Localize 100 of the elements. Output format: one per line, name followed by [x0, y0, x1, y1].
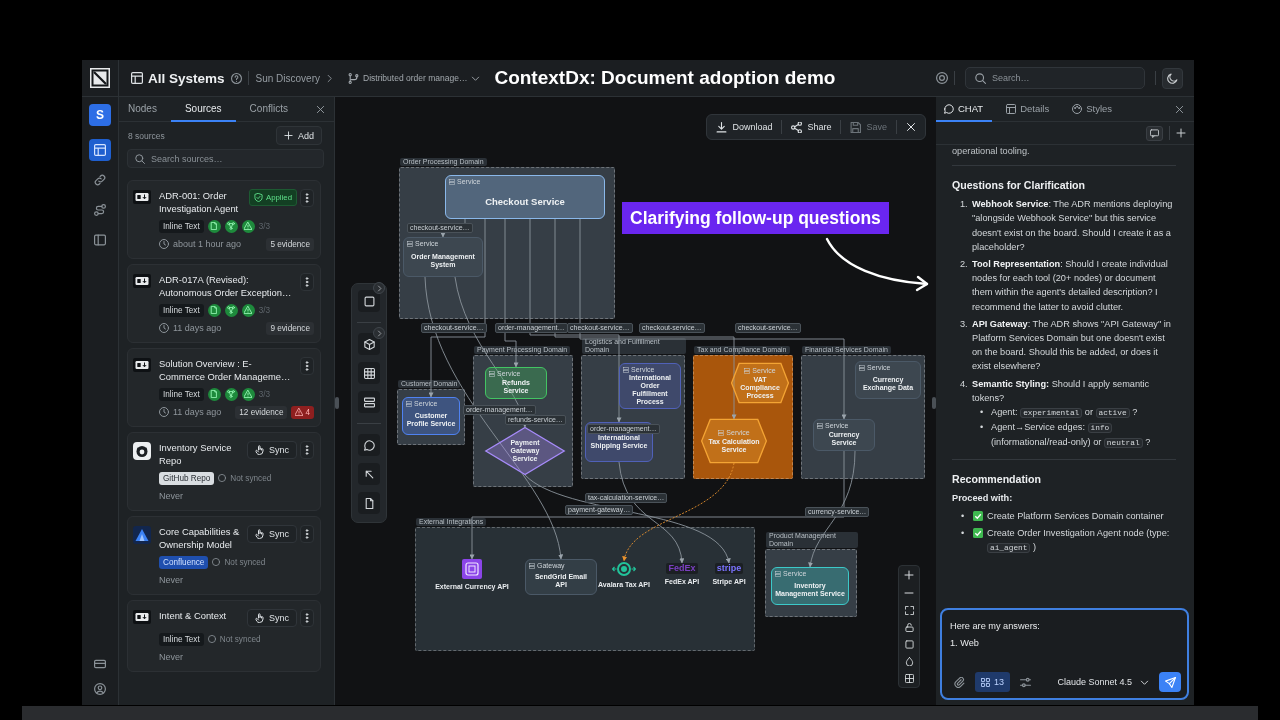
caret-icon — [1140, 677, 1149, 687]
square-icon[interactable] — [904, 640, 914, 649]
more-button[interactable] — [300, 441, 314, 459]
section-heading: Recommendation — [952, 471, 1042, 486]
question-text: Tool Representation: Should I create individual nodes for each tool (20+ nodes) or document them within the agent's detailed description? I recommend the latter to avoid clutter. — [972, 258, 1169, 314]
card-icon[interactable] — [94, 658, 106, 670]
source-card[interactable]: Intent & Context Sync Inline Text Not synced Never — [127, 600, 321, 672]
panel-tab[interactable]: Styles — [1064, 97, 1122, 122]
source-type: Inline Text — [159, 632, 204, 646]
arrow-badge-icon — [133, 358, 151, 372]
source-card[interactable]: Core Capabilities & Ownership Model Sync Confluence Not synced Never — [127, 516, 321, 595]
arrow-badge-icon — [133, 190, 151, 204]
close-icon[interactable] — [1175, 104, 1184, 114]
resize-handle[interactable] — [932, 397, 936, 409]
more-button[interactable] — [300, 609, 314, 627]
droplet-icon[interactable] — [904, 657, 914, 666]
panel-tab[interactable]: CHAT — [936, 97, 993, 122]
user-icon[interactable] — [94, 683, 106, 695]
document-tool-button[interactable] — [358, 492, 380, 514]
node-tool-button[interactable] — [358, 333, 380, 355]
source-type: GitHub Repo — [159, 471, 215, 485]
context-button[interactable]: 13 — [975, 672, 1010, 692]
send-icon — [1164, 676, 1176, 688]
target-icon[interactable] — [936, 72, 948, 84]
new-chat-button[interactable] — [1146, 125, 1163, 141]
hexagon-node[interactable] — [730, 362, 790, 404]
help-icon[interactable] — [230, 72, 242, 84]
panel-tab[interactable]: Conflicts — [235, 97, 302, 122]
list-number: 3. — [960, 317, 969, 331]
time-text: Never — [159, 652, 183, 662]
shape-tool-button[interactable] — [358, 290, 380, 312]
send-button[interactable] — [1159, 672, 1181, 692]
sliders-icon[interactable] — [1020, 676, 1031, 688]
plus-icon[interactable] — [1176, 128, 1186, 138]
search-input[interactable]: Search… — [992, 73, 1135, 83]
breadcrumb-link[interactable]: Sun Discovery — [255, 72, 320, 84]
status-ring-icon — [218, 474, 227, 482]
search-field[interactable]: Search… — [965, 67, 1145, 89]
download-button[interactable]: Download — [716, 121, 773, 133]
bullet-marker: • — [980, 406, 985, 420]
server-icon — [489, 371, 495, 377]
add-button[interactable]: Add — [276, 126, 322, 145]
diamond-node[interactable] — [484, 426, 566, 476]
comment-tool-button[interactable] — [358, 434, 380, 456]
shield-check-icon — [254, 193, 263, 202]
share-button[interactable]: Share — [791, 121, 832, 133]
checklist-text: Create Platform Services Domain container — [987, 510, 1165, 524]
theme-toggle-button[interactable] — [1162, 67, 1183, 89]
close-icon[interactable] — [316, 104, 325, 114]
pointer-tool-button[interactable] — [358, 463, 380, 485]
chat-bubble-icon — [363, 439, 375, 451]
panel-icon — [94, 234, 106, 246]
time-text: 11 days ago — [173, 323, 222, 333]
section-subheading: Proceed with: — [952, 491, 1014, 505]
layout-tool-button[interactable] — [358, 391, 380, 413]
zoom-in-icon[interactable] — [904, 570, 914, 580]
search-input[interactable]: Search sources… — [151, 153, 316, 164]
branch-dropdown[interactable]: Distributed order manage… — [348, 72, 481, 84]
sync-button[interactable]: Sync — [247, 609, 297, 627]
expand-button[interactable] — [373, 282, 385, 294]
server-icon — [718, 429, 725, 436]
search-field[interactable]: Search sources… — [127, 149, 324, 168]
resize-handle[interactable] — [335, 397, 339, 409]
bullet-marker: • — [961, 510, 966, 524]
grid-icon[interactable] — [904, 674, 914, 683]
evidence-count: 5 evidence — [266, 237, 314, 251]
server-icon — [623, 367, 629, 373]
panel-tab[interactable]: Sources — [170, 97, 236, 122]
nav-button[interactable] — [89, 139, 111, 161]
fit-view-icon[interactable] — [904, 606, 914, 615]
logo-icon[interactable] — [90, 68, 110, 88]
evidence-count: 12 evidence — [235, 405, 288, 419]
composer-box[interactable]: Here are my answers: 1. Web 13 Claude Sonnet 4.5 — [940, 608, 1189, 700]
branch-icon — [348, 72, 359, 84]
more-button[interactable] — [300, 189, 314, 207]
more-button[interactable] — [300, 525, 314, 543]
server-icon — [859, 365, 865, 371]
sync-button[interactable]: Sync — [247, 525, 297, 543]
lock-icon[interactable] — [904, 623, 914, 632]
more-button[interactable] — [300, 357, 314, 375]
model-dropdown[interactable]: Claude Sonnet 4.5 — [1057, 677, 1149, 687]
source-card[interactable]: Inventory Service Repo Sync GitHub Repo Not synced Never — [127, 432, 321, 511]
chevron-icon — [325, 73, 334, 83]
sync-button[interactable]: Sync — [247, 441, 297, 459]
callout-label: Clarifying follow-up questions — [622, 202, 889, 234]
table-tool-button[interactable] — [358, 362, 380, 384]
rows-icon — [363, 396, 375, 408]
target-logo-icon — [612, 561, 636, 577]
source-title: Intent & Context — [159, 609, 228, 623]
panel-tab[interactable]: Details — [998, 97, 1059, 122]
workspace-title[interactable]: All Systems — [148, 70, 225, 86]
clock-icon — [159, 239, 169, 249]
workspace-avatar[interactable]: S — [89, 104, 111, 126]
arrow-badge-icon — [133, 274, 151, 288]
hand-icon — [255, 529, 265, 539]
hexagon-node[interactable] — [700, 418, 768, 464]
panel-tab[interactable]: Nodes — [119, 97, 171, 122]
message-input[interactable]: Here are my answers: 1. Web — [942, 610, 1187, 670]
more-button[interactable] — [300, 273, 314, 291]
paperclip-icon[interactable] — [954, 676, 965, 688]
